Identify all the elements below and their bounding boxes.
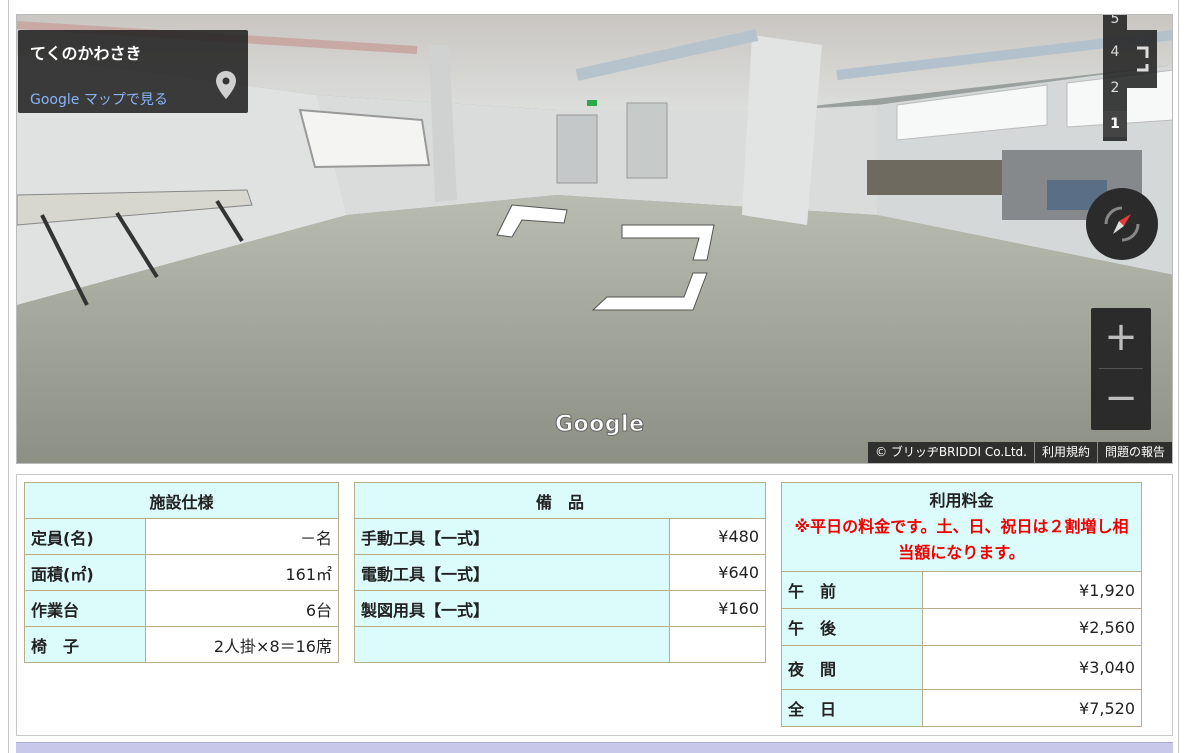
table-row: 全 日 ¥7,520 bbox=[781, 689, 1142, 727]
spec-label: 椅 子 bbox=[24, 626, 146, 663]
specs-table: 施設仕様 定員(名) －名 面積(㎡) 161㎡ 作業台 6台 椅 子 2人掛×… bbox=[24, 482, 339, 663]
floor-selector: 5 4 2 1 bbox=[1103, 15, 1127, 141]
equipment-header: 備 品 bbox=[354, 482, 766, 519]
street-view-panorama[interactable]: てくのかわさき Google マップで見る 5 4 2 1 + − Google bbox=[16, 14, 1173, 464]
fee-value: ¥2,560 bbox=[922, 608, 1142, 646]
place-name: てくのかわさき bbox=[30, 44, 142, 63]
google-logo: Google bbox=[555, 412, 645, 438]
next-section-header bbox=[16, 742, 1173, 753]
report-problem-link[interactable]: 問題の報告 bbox=[1096, 442, 1172, 463]
spec-value: 6台 bbox=[145, 590, 339, 627]
table-row: 夜 間 ¥3,040 bbox=[781, 645, 1142, 690]
floor-1-button[interactable]: 1 bbox=[1103, 111, 1127, 137]
fees-table: 利用料金 ※平日の料金です。土、日、祝日は２割増し相当額になります。 午 前 ¥… bbox=[781, 482, 1142, 727]
fullscreen-button[interactable] bbox=[1127, 30, 1157, 88]
equipment-price: ¥160 bbox=[669, 590, 766, 627]
pin-icon[interactable] bbox=[215, 70, 237, 100]
floor-5-button[interactable]: 5 bbox=[1103, 15, 1127, 32]
zoom-controls: + − bbox=[1091, 308, 1151, 430]
copyright-text: © ブリッヂBRIDDI Co.Ltd. bbox=[875, 445, 1027, 459]
table-row: 製図用具【一式】 ¥160 bbox=[354, 590, 766, 627]
zoom-in-button[interactable]: + bbox=[1091, 308, 1151, 368]
fee-label: 全 日 bbox=[781, 689, 923, 727]
specs-header: 施設仕様 bbox=[24, 482, 339, 519]
fullscreen-icon bbox=[1137, 46, 1149, 72]
spec-value: 2人掛×8＝16席 bbox=[145, 626, 339, 663]
equipment-label: 製図用具【一式】 bbox=[354, 590, 670, 627]
fee-value: ¥7,520 bbox=[922, 689, 1142, 727]
spec-label: 面積(㎡) bbox=[24, 554, 146, 591]
floor-4-button[interactable]: 4 bbox=[1103, 39, 1127, 65]
place-info-card: てくのかわさき Google マップで見る bbox=[18, 30, 248, 113]
compass-icon bbox=[1104, 206, 1140, 242]
spec-label: 定員(名) bbox=[24, 518, 146, 555]
table-row: 作業台 6台 bbox=[24, 590, 339, 627]
fee-value: ¥3,040 bbox=[922, 645, 1142, 690]
table-row: 面積(㎡) 161㎡ bbox=[24, 554, 339, 591]
table-row: 午 前 ¥1,920 bbox=[781, 571, 1142, 609]
equipment-label bbox=[354, 626, 670, 663]
weekend-surcharge-notice: ※平日の料金です。土、日、祝日は２割増し相当額になります。 bbox=[794, 517, 1129, 562]
terms-link[interactable]: 利用規約 bbox=[1033, 442, 1097, 463]
facility-info-panel: 施設仕様 定員(名) －名 面積(㎡) 161㎡ 作業台 6台 椅 子 2人掛×… bbox=[16, 474, 1173, 736]
fee-label: 夜 間 bbox=[781, 645, 923, 690]
table-row: 電動工具【一式】 ¥640 bbox=[354, 554, 766, 591]
spec-value: －名 bbox=[145, 518, 339, 555]
compass-button[interactable] bbox=[1086, 188, 1158, 260]
table-row: 午 後 ¥2,560 bbox=[781, 608, 1142, 646]
spec-label: 作業台 bbox=[24, 590, 146, 627]
fee-value: ¥1,920 bbox=[922, 571, 1142, 609]
table-row: 手動工具【一式】 ¥480 bbox=[354, 518, 766, 555]
equipment-price: ¥480 bbox=[669, 518, 766, 555]
fees-header: 利用料金 bbox=[929, 491, 994, 510]
table-row bbox=[354, 626, 766, 663]
floor-2-button[interactable]: 2 bbox=[1103, 75, 1127, 101]
equipment-price bbox=[669, 626, 766, 663]
equipment-table: 備 品 手動工具【一式】 ¥480 電動工具【一式】 ¥640 製図用具【一式】… bbox=[354, 482, 766, 663]
attribution-bar: © ブリッヂBRIDDI Co.Ltd. 利用規約 問題の報告 bbox=[868, 442, 1172, 463]
equipment-label: 手動工具【一式】 bbox=[354, 518, 670, 555]
equipment-price: ¥640 bbox=[669, 554, 766, 591]
google-maps-link[interactable]: Google マップで見る bbox=[30, 89, 168, 109]
fee-label: 午 後 bbox=[781, 608, 923, 646]
table-row: 椅 子 2人掛×8＝16席 bbox=[24, 626, 339, 663]
spec-value: 161㎡ bbox=[145, 554, 339, 591]
table-row: 定員(名) －名 bbox=[24, 518, 339, 555]
equipment-label: 電動工具【一式】 bbox=[354, 554, 670, 591]
fees-header-cell: 利用料金 ※平日の料金です。土、日、祝日は２割増し相当額になります。 bbox=[781, 482, 1142, 572]
fee-label: 午 前 bbox=[781, 571, 923, 609]
zoom-out-button[interactable]: − bbox=[1091, 369, 1151, 429]
